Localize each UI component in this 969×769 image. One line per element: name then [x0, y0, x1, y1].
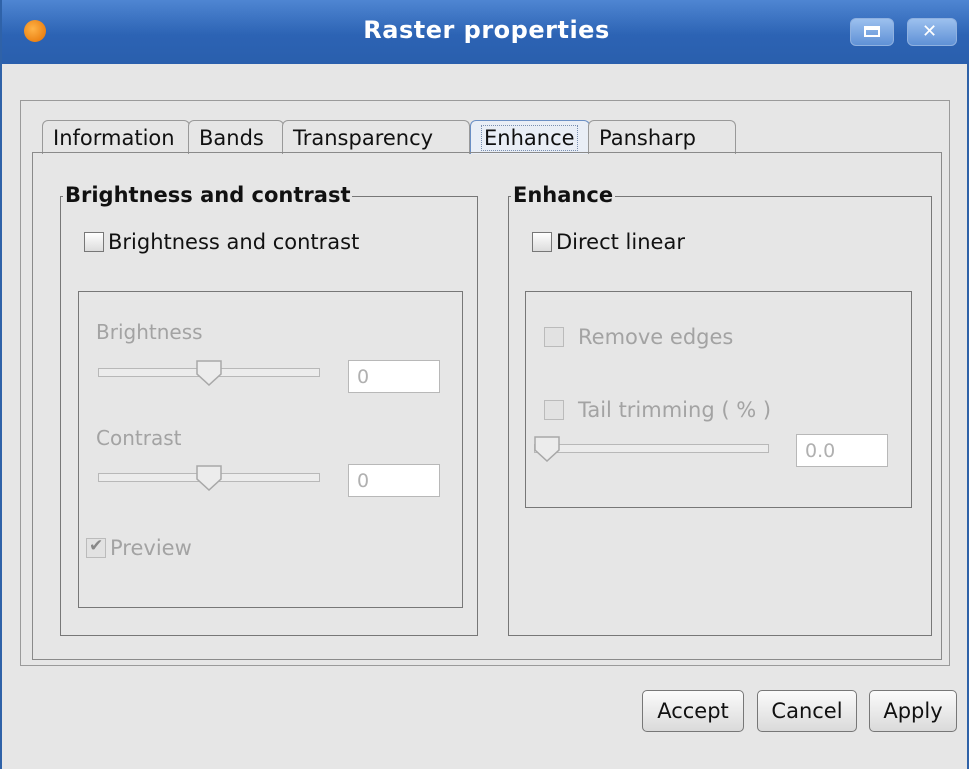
brightness-contrast-checkbox-label: Brightness and contrast [108, 230, 360, 254]
tab-information[interactable]: Information [42, 120, 190, 154]
tail-trimming-value-input[interactable] [796, 434, 888, 467]
cancel-button[interactable]: Cancel [757, 690, 857, 732]
tab-enhance[interactable]: Enhance [470, 120, 590, 154]
remove-edges-checkbox[interactable]: Remove edges [544, 325, 733, 349]
remove-edges-checkbox-label: Remove edges [578, 325, 734, 349]
direct-linear-checkbox[interactable]: Direct linear [532, 230, 685, 254]
tail-trimming-checkbox-label: Tail trimming ( % ) [578, 398, 772, 422]
tab-bands[interactable]: Bands [188, 120, 284, 154]
close-button[interactable]: ✕ [907, 18, 957, 46]
tab-pansharp-label: Pansharp [599, 126, 696, 150]
maximize-icon [864, 26, 880, 37]
slider-track [534, 444, 769, 453]
title-bar[interactable]: Raster properties ✕ [2, 0, 969, 64]
checkbox-box[interactable]: ✔ [86, 536, 106, 558]
checkbox-box[interactable] [544, 327, 564, 347]
slider-thumb[interactable] [196, 360, 222, 386]
tail-trimming-checkbox[interactable]: Tail trimming ( % ) [544, 398, 771, 422]
slider-thumb[interactable] [196, 465, 222, 491]
contrast-slider[interactable] [98, 465, 320, 491]
tab-pansharp[interactable]: Pansharp [588, 120, 736, 154]
brightness-slider[interactable] [98, 360, 320, 386]
apply-button[interactable]: Apply [869, 690, 957, 732]
raster-properties-window: Raster properties ✕ Information Bands Tr… [0, 0, 969, 769]
check-icon: ✔ [89, 536, 104, 556]
contrast-label: Contrast [96, 426, 182, 450]
direct-linear-checkbox-label: Direct linear [556, 230, 685, 254]
brightness-label: Brightness [96, 320, 203, 344]
checkbox-box[interactable] [84, 232, 104, 252]
brightness-contrast-checkbox[interactable]: Brightness and contrast [84, 230, 359, 254]
slider-thumb[interactable] [534, 436, 560, 462]
brightness-contrast-group-title: Brightness and contrast [63, 183, 353, 207]
brightness-value-input[interactable] [348, 360, 440, 393]
preview-checkbox-label: Preview [110, 536, 192, 560]
contrast-value-input[interactable] [348, 464, 440, 497]
close-icon: ✕ [922, 21, 938, 42]
tab-transparency[interactable]: Transparency [282, 120, 470, 154]
checkbox-box[interactable] [544, 400, 564, 420]
checkbox-box[interactable] [532, 232, 552, 252]
tab-enhance-label: Enhance [481, 125, 578, 151]
enhance-group-title: Enhance [511, 183, 616, 207]
accept-button[interactable]: Accept [642, 690, 744, 732]
tab-bands-label: Bands [199, 126, 264, 150]
tab-information-label: Information [53, 126, 175, 150]
maximize-button[interactable] [850, 18, 894, 46]
tail-trimming-slider[interactable] [534, 436, 769, 462]
window-title: Raster properties [363, 16, 610, 44]
preview-checkbox[interactable]: ✔ Preview [86, 536, 192, 560]
tab-transparency-label: Transparency [293, 126, 434, 150]
